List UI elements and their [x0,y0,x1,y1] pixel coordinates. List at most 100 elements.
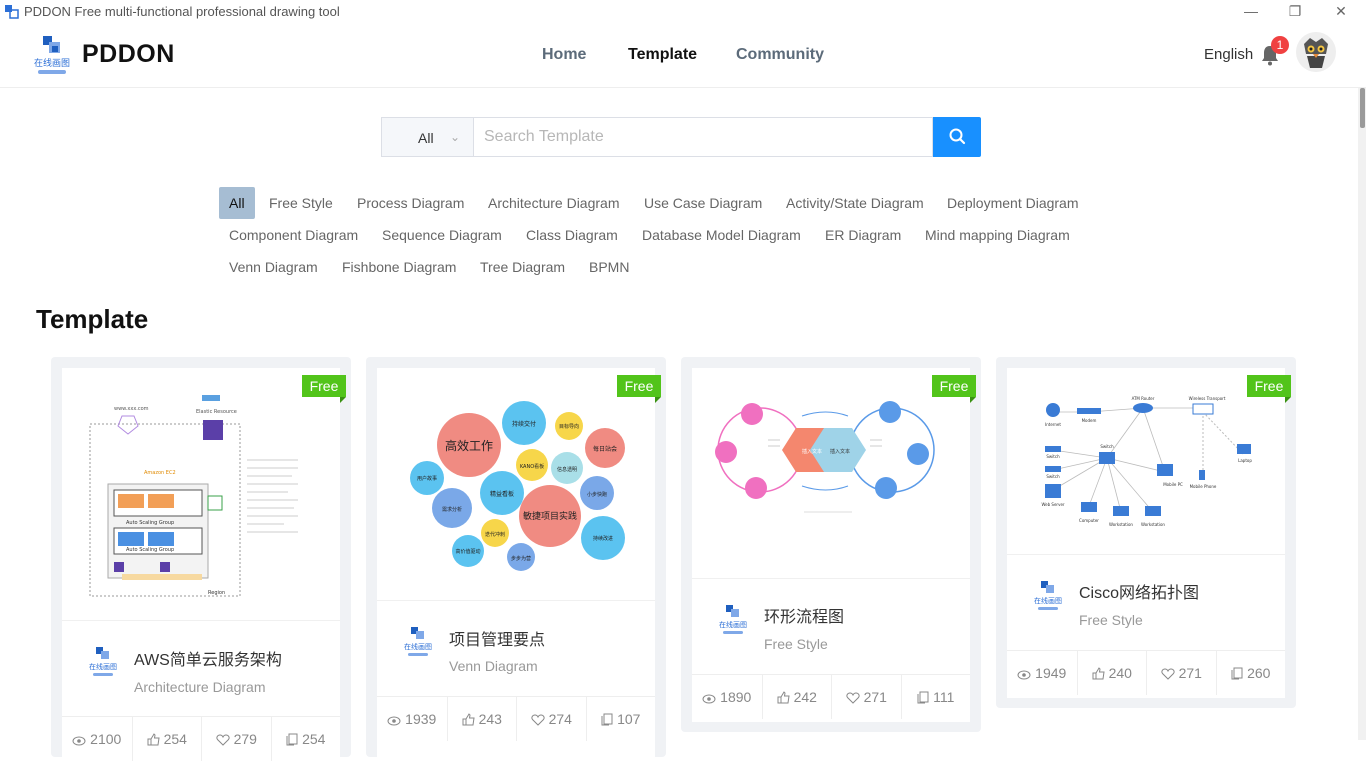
template-name[interactable]: 项目管理要点 [449,626,545,650]
likes-stat[interactable]: 254 [131,717,202,761]
svg-text:在线画图: 在线画图 [404,642,432,651]
avatar[interactable] [1296,32,1336,72]
svg-text:高价值驱动: 高价值驱动 [455,548,480,555]
svg-text:Switch: Switch [1046,454,1060,459]
copies-stat[interactable]: 254 [270,717,341,761]
app-icon [5,5,19,19]
template-stats: 1890 242 271 111 [692,674,971,719]
category-item[interactable]: Architecture Diagram [478,187,630,219]
template-thumbnail[interactable]: www.xxx.com Elastic Resource Amazon EC2 … [62,368,346,620]
aws-diagram-thumbnail: www.xxx.com Elastic Resource Amazon EC2 … [89,395,298,597]
category-item[interactable]: BPMN [579,251,639,283]
template-category: Venn Diagram [449,658,538,674]
template-category: Free Style [1079,612,1143,628]
category-item[interactable]: Venn Diagram [219,251,328,283]
template-card-info[interactable]: 在线画图 Cisco网络拓扑图 Free Style [1007,554,1285,650]
minimize-icon[interactable]: — [1236,2,1266,22]
template-card-info[interactable]: 在线画图 AWS简单云服务架构 Architecture Diagram [62,620,340,716]
svg-text:在线画图: 在线画图 [1034,596,1062,605]
category-item[interactable]: Process Diagram [347,187,474,219]
svg-text:用户故事: 用户故事 [417,475,437,482]
likes-stat[interactable]: 242 [761,675,832,719]
svg-text:持续交付: 持续交付 [512,420,536,428]
heart-icon [845,692,860,704]
category-item[interactable]: Fishbone Diagram [332,251,466,283]
favs-stat[interactable]: 279 [201,717,271,761]
template-thumbnail[interactable]: 插入文本 插入文本 Free [692,368,976,578]
svg-text:每日站会: 每日站会 [593,445,617,453]
eye-icon [387,716,401,726]
nav-template[interactable]: Template [628,46,697,64]
category-item[interactable]: Component Diagram [219,219,368,251]
svg-text:Elastic Resource: Elastic Resource [196,409,237,415]
views-stat: 2100 [62,717,132,761]
svg-text:Mobile PC: Mobile PC [1163,482,1183,487]
template-card[interactable]: 高效工作 持续交付 目标导向 每日站会 KANO看板 信息透明 用户故事 精益看… [366,357,666,757]
template-card-info[interactable]: 在线画图 环形流程图 Free Style [692,578,970,674]
page-scrollbar[interactable] [1358,88,1366,740]
category-item[interactable]: Class Diagram [516,219,628,251]
favs-stat[interactable]: 271 [831,675,901,719]
template-card-info[interactable]: 在线画图 项目管理要点 Venn Diagram [377,600,655,696]
svg-text:www.xxx.com: www.xxx.com [114,406,149,412]
template-name[interactable]: Cisco网络拓扑图 [1079,579,1199,603]
template-name[interactable]: 环形流程图 [764,603,844,627]
favs-stat[interactable]: 271 [1146,651,1216,695]
svg-text:Wireless Transport: Wireless Transport [1189,396,1226,401]
author-logo: 在线画图 [719,605,747,634]
copies-stat[interactable]: 260 [1215,651,1286,695]
category-item[interactable]: ER Diagram [815,219,911,251]
nav-home[interactable]: Home [542,46,586,64]
category-item[interactable]: Use Case Diagram [634,187,772,219]
likes-count: 243 [478,711,502,727]
close-icon[interactable]: ✕ [1326,2,1356,22]
category-item[interactable]: Sequence Diagram [372,219,512,251]
search-button[interactable] [933,117,981,157]
template-card[interactable]: Internet Modem ATM Router Wireless Trans… [996,357,1296,708]
search-input[interactable] [473,117,933,157]
copies-stat[interactable]: 107 [585,697,656,741]
search-icon [949,128,966,145]
category-item[interactable]: Activity/State Diagram [776,187,934,219]
copies-stat[interactable]: 111 [900,675,971,719]
scrollbar-thumb[interactable] [1360,88,1365,128]
favs-stat[interactable]: 274 [516,697,586,741]
template-search: All ⌄ [381,117,981,157]
logo[interactable]: 在线画图 [32,34,72,78]
search-scope-select[interactable]: All ⌄ [381,117,473,157]
thumbs-up-icon [462,713,475,726]
language-switch[interactable]: English [1204,46,1253,63]
category-item[interactable]: Deployment Diagram [937,187,1089,219]
svg-text:Switch: Switch [1046,474,1060,479]
restore-icon[interactable]: ❐ [1280,2,1310,22]
template-stats: 1949 240 271 260 [1007,650,1286,695]
template-card-body[interactable]: www.xxx.com Elastic Resource Amazon EC2 … [62,368,346,761]
window-titlebar: PDDON Free multi-functional professional… [0,0,1366,24]
template-card[interactable]: www.xxx.com Elastic Resource Amazon EC2 … [51,357,351,761]
template-thumbnail[interactable]: Internet Modem ATM Router Wireless Trans… [1007,368,1291,554]
svg-text:在线画图: 在线画图 [34,57,70,69]
eye-icon [702,694,716,704]
category-item[interactable]: Free Style [259,187,343,219]
svg-text:高效工作: 高效工作 [445,438,493,453]
nav-community[interactable]: Community [736,46,824,64]
template-stats: 2100 254 279 254 [62,716,341,761]
template-thumbnail[interactable]: 高效工作 持续交付 目标导向 每日站会 KANO看板 信息透明 用户故事 精益看… [377,368,661,600]
category-all[interactable]: All [219,187,255,219]
chevron-down-icon: ⌄ [450,130,461,144]
ring-flow-thumbnail: 插入文本 插入文本 [715,401,935,513]
category-item[interactable]: Mind mapping Diagram [915,219,1080,251]
template-card-body[interactable]: Internet Modem ATM Router Wireless Trans… [1007,368,1291,698]
template-card-body[interactable]: 高效工作 持续交付 目标导向 每日站会 KANO看板 信息透明 用户故事 精益看… [377,368,661,757]
template-card[interactable]: 插入文本 插入文本 Free 在线画图 环形流程图 Free Style 189… [681,357,981,732]
template-card-body[interactable]: 插入文本 插入文本 Free 在线画图 环形流程图 Free Style 189… [692,368,976,722]
likes-stat[interactable]: 243 [446,697,517,741]
template-name[interactable]: AWS简单云服务架构 [134,646,282,670]
category-item[interactable]: Database Model Diagram [632,219,811,251]
category-item[interactable]: Tree Diagram [470,251,575,283]
svg-text:持续改进: 持续改进 [593,535,613,542]
favs-count: 271 [1178,665,1202,681]
brand-name[interactable]: PDDON [82,40,175,69]
likes-stat[interactable]: 240 [1076,651,1147,695]
svg-text:步步为营: 步步为营 [511,555,531,562]
